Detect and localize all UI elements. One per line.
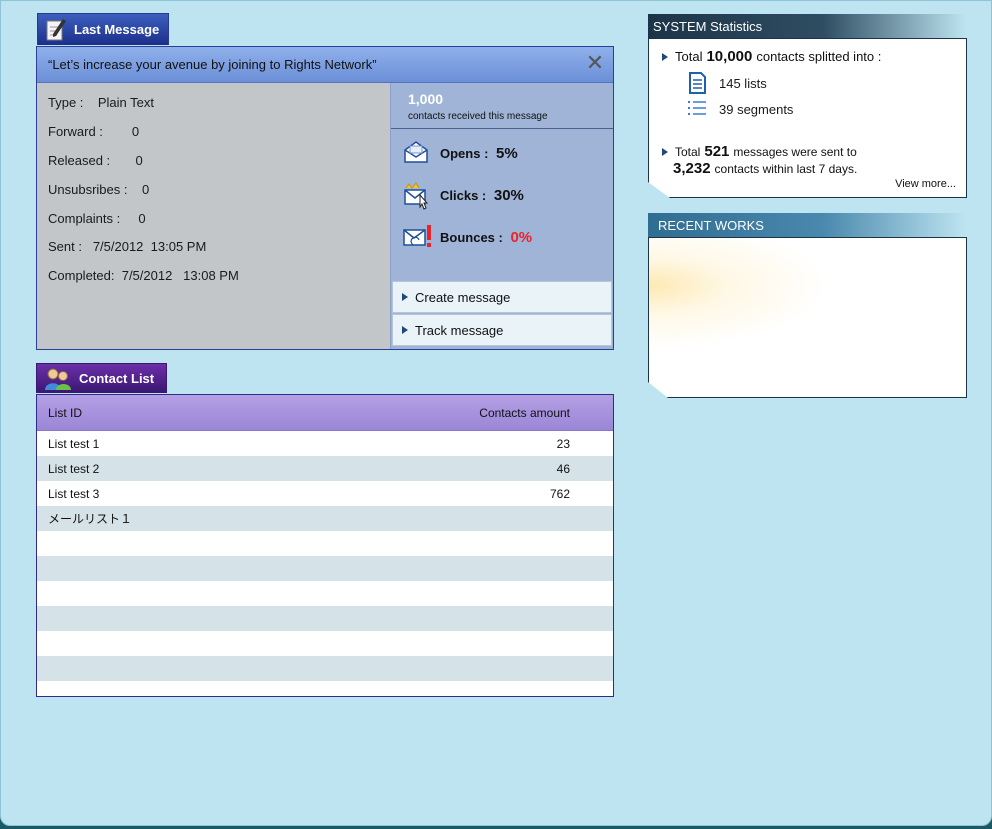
message-subject: “Let’s increase your avenue by joining t… [48, 57, 377, 72]
detail-released: Released : 0 [48, 153, 143, 168]
recent-contacts-line: 3,232 contacts within last 7 days. [673, 160, 858, 177]
table-row[interactable]: List test 2 46 [37, 456, 613, 481]
recent-contacts: 3,232 [673, 160, 711, 177]
last-message-panel: “Let’s increase your avenue by joining t… [36, 46, 614, 350]
envelope-alert-icon [403, 224, 431, 250]
table-row [37, 656, 613, 681]
total-contacts-line: Total 10,000 contacts splitted into : [662, 48, 881, 65]
bounces-stat: Bounces : 0% [403, 224, 532, 250]
detail-unsubscribes: Unsubsribes : 0 [48, 182, 150, 197]
table-row[interactable]: メールリスト１ [37, 506, 613, 531]
clicks-value: 30% [493, 186, 524, 204]
document-icon [687, 72, 709, 94]
received-count-block: 1,000 contacts received this message [391, 83, 613, 129]
segments-count[interactable]: 39 segments [687, 98, 793, 120]
lists-count[interactable]: 145 lists [687, 72, 767, 94]
dashboard-page: Last Message “Let’s increase your avenue… [0, 0, 992, 826]
detail-completed: Completed: 7/5/2012 13:08 PM [48, 268, 239, 283]
folded-corner [648, 382, 668, 398]
open-envelope-icon [403, 140, 431, 166]
notepad-pencil-icon [44, 18, 68, 42]
table-row[interactable]: List test 3 762 [37, 481, 613, 506]
table-row [37, 606, 613, 631]
table-row [37, 631, 613, 656]
clicks-stat: Clicks : 30% [403, 182, 524, 210]
contact-list-table: List ID Contacts amount List test 1 23 Li… [36, 394, 614, 697]
system-statistics-panel: Total 10,000 contacts splitted into : 145 … [648, 38, 967, 198]
opens-stat: Opens : 5% [403, 140, 518, 166]
total-messages-line: Total 521 messages were sent to [662, 143, 857, 160]
view-more-link[interactable]: View more... [895, 178, 956, 190]
close-icon[interactable]: ✕ [585, 52, 605, 74]
triangle-right-icon [402, 326, 408, 334]
triangle-right-icon [662, 147, 668, 156]
detail-type: Type : Plain Text [48, 95, 155, 110]
received-label: contacts received this message [408, 111, 548, 122]
triangle-right-icon [662, 52, 668, 61]
col-list-id: List ID [48, 405, 83, 420]
recent-works-title: RECENT WORKS [648, 213, 966, 237]
envelope-cursor-icon [403, 182, 431, 210]
contact-list-tab[interactable]: Contact List [36, 363, 167, 393]
message-details: Type : Plain Text Forward : 0 Released :… [37, 83, 390, 349]
table-row [37, 681, 613, 706]
total-contacts: 10,000 [706, 48, 753, 65]
triangle-right-icon [402, 293, 408, 301]
system-statistics-title: SYSTEM Statistics [648, 14, 966, 38]
opens-value: 5% [496, 144, 518, 162]
table-row [37, 581, 613, 606]
table-row[interactable]: List test 1 23 [37, 431, 613, 456]
list-icon [687, 98, 709, 120]
table-row [37, 531, 613, 556]
col-contacts-amount: Contacts amount [479, 405, 570, 420]
bounces-value: 0% [510, 228, 533, 246]
last-message-tab[interactable]: Last Message [37, 13, 169, 45]
message-stats: 1,000 contacts received this message Ope… [390, 83, 613, 349]
users-icon [43, 367, 73, 391]
received-count: 1,000 [408, 91, 444, 107]
table-header: List ID Contacts amount [37, 395, 613, 431]
message-subject-bar: “Let’s increase your avenue by joining t… [37, 47, 613, 83]
detail-complaints: Complaints : 0 [48, 211, 146, 226]
folded-corner [648, 182, 670, 198]
contact-list-tab-label: Contact List [79, 371, 155, 386]
create-message-button[interactable]: Create message [392, 281, 612, 313]
total-messages: 521 [704, 143, 730, 160]
track-message-button[interactable]: Track message [392, 314, 612, 346]
detail-sent: Sent : 7/5/2012 13:05 PM [48, 239, 207, 254]
detail-forward: Forward : 0 [48, 124, 140, 139]
recent-works-panel [648, 237, 967, 398]
last-message-tab-label: Last Message [74, 22, 160, 37]
table-row [37, 556, 613, 581]
